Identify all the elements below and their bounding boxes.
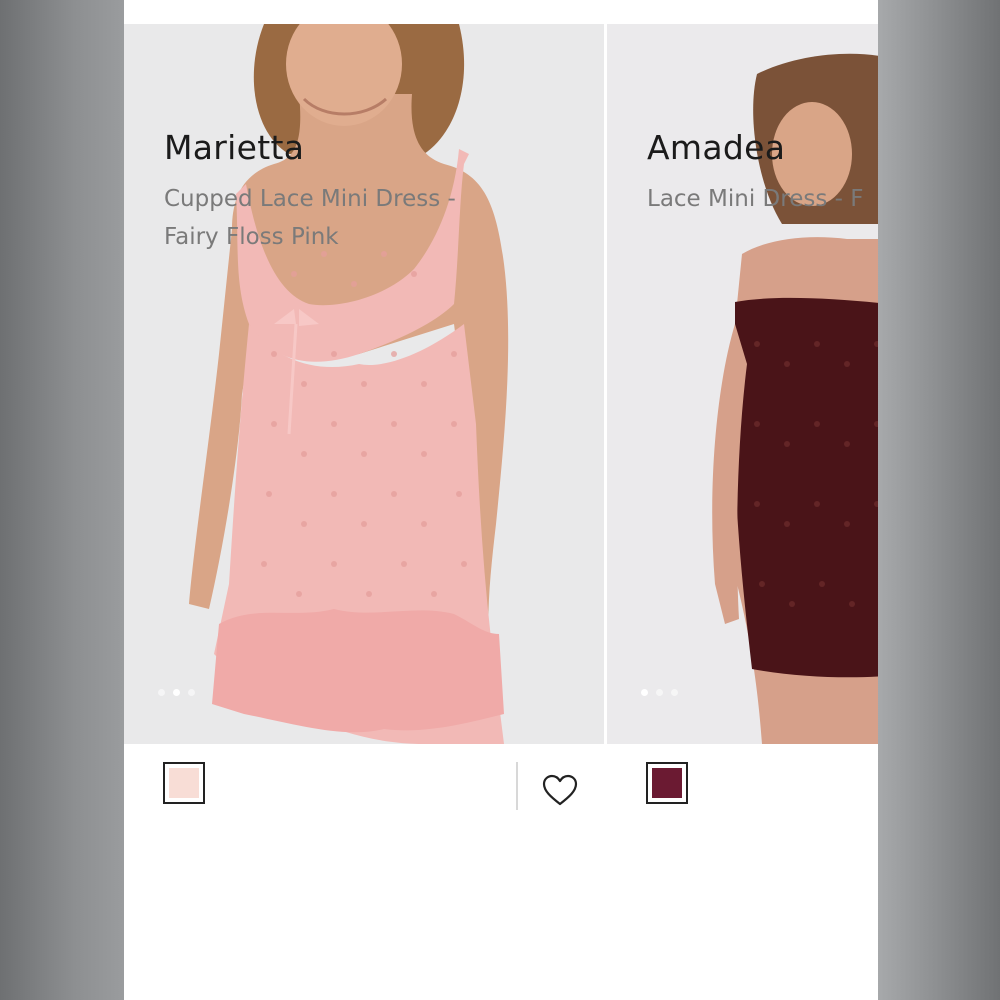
product-description[interactable]: Cupped Lace Mini Dress - Fairy Floss Pin… [164,180,544,256]
color-swatch[interactable] [646,762,688,804]
swatch-fill [169,768,199,798]
product-description[interactable]: Lace Mini Dress - F [647,180,863,218]
product-card[interactable]: Marietta Cupped Lace Mini Dress - Fairy … [124,24,604,830]
carousel-dots[interactable] [158,689,195,696]
background-blur-right [878,0,1000,1000]
carousel-dot[interactable] [656,689,663,696]
background-blur-left [0,0,124,1000]
product-listing-page: Marietta Cupped Lace Mini Dress - Fairy … [124,0,878,1000]
product-name[interactable]: Amadea [647,128,785,167]
carousel-dot-active[interactable] [641,689,648,696]
carousel-dot-active[interactable] [173,689,180,696]
wishlist-button[interactable] [540,772,580,808]
swatch-fill [652,768,682,798]
carousel-dot[interactable] [158,689,165,696]
product-options [124,744,604,830]
divider [516,762,518,810]
carousel-dot[interactable] [671,689,678,696]
product-options [607,744,878,830]
heart-outline-icon [542,774,578,806]
color-swatch[interactable] [163,762,205,804]
product-name[interactable]: Marietta [164,128,304,167]
product-card[interactable]: Amadea Lace Mini Dress - F [607,24,878,830]
carousel-dot[interactable] [188,689,195,696]
carousel-dots[interactable] [641,689,678,696]
